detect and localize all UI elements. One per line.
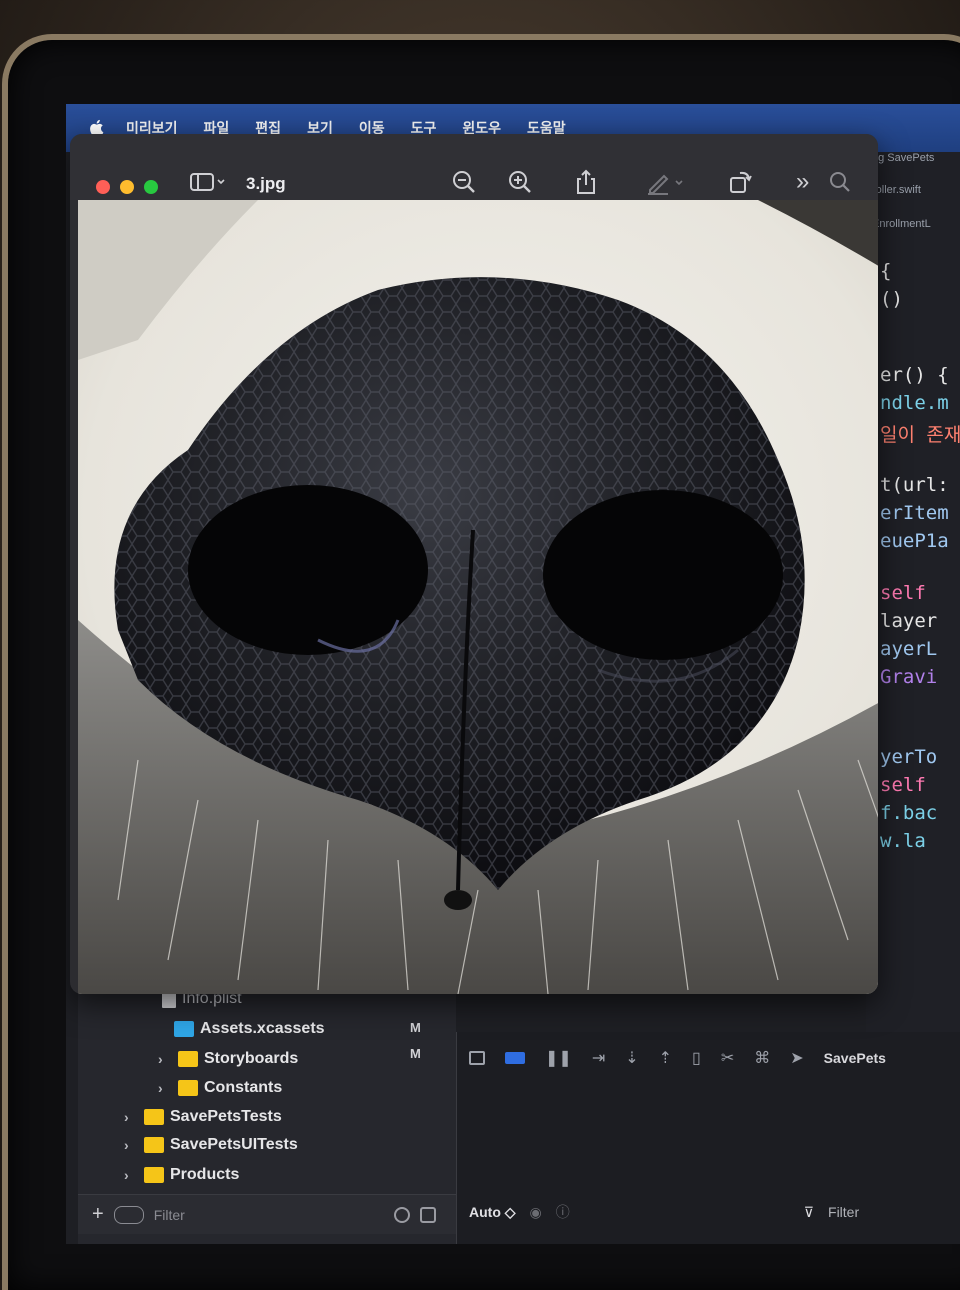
more-icon[interactable]: » bbox=[796, 168, 809, 196]
view-hierarchy-icon[interactable]: ▯ bbox=[692, 1048, 701, 1068]
nav-item-label: SavePetsUITests bbox=[170, 1136, 298, 1153]
code-line[interactable]: yerTo bbox=[880, 746, 937, 768]
auto-variables-select[interactable]: Auto ◇ bbox=[469, 1204, 516, 1221]
modified-badge: M bbox=[410, 1046, 421, 1061]
preview-titlebar[interactable]: 3.jpg » bbox=[70, 134, 878, 200]
zoom-out-icon[interactable] bbox=[450, 168, 478, 196]
nav-item-savepetsuitests[interactable]: › SavePetsUITests bbox=[124, 1136, 298, 1154]
nav-item-label: SavePetsTests bbox=[170, 1108, 282, 1125]
step-into-icon[interactable]: ⇣ bbox=[625, 1048, 638, 1068]
nav-item-storyboards[interactable]: › Storyboards bbox=[158, 1050, 298, 1068]
environment-icon[interactable]: ⌘ bbox=[754, 1048, 770, 1068]
breakpoints-icon[interactable] bbox=[505, 1052, 525, 1064]
dog-nose-photo bbox=[78, 200, 878, 994]
search-icon[interactable] bbox=[826, 168, 854, 196]
filter-icon[interactable]: ⊽ bbox=[804, 1204, 814, 1221]
nav-item-label: Assets.xcassets bbox=[200, 1020, 325, 1037]
chevron-right-icon[interactable]: › bbox=[124, 1109, 138, 1125]
debug-area: ❚❚ ⇥ ⇣ ⇡ ▯ ✂ ⌘ ➤ SavePets Auto ◇ ◉ ⓘ ⊽ F… bbox=[456, 1032, 960, 1244]
code-line[interactable]: eueP1a bbox=[880, 530, 949, 552]
editor-tab-3[interactable]: EnrollmentL bbox=[872, 218, 931, 230]
folder-icon bbox=[178, 1051, 198, 1067]
rotate-icon[interactable] bbox=[726, 168, 754, 196]
debug-toolbar: ❚❚ ⇥ ⇣ ⇡ ▯ ✂ ⌘ ➤ SavePets bbox=[457, 1040, 960, 1076]
screen: 미리보기 파일 편집 보기 이동 도구 윈도우 도움말 ng SavePets … bbox=[66, 104, 960, 1244]
code-line[interactable]: f.bac bbox=[880, 802, 937, 824]
nav-item-savepetstests[interactable]: › SavePetsTests bbox=[124, 1108, 282, 1126]
nav-item-assets[interactable]: Assets.xcassets bbox=[174, 1020, 325, 1038]
location-icon[interactable]: ➤ bbox=[790, 1048, 803, 1068]
folder-icon bbox=[144, 1137, 164, 1153]
minimize-button[interactable] bbox=[120, 180, 134, 194]
console-filter-input[interactable]: Filter bbox=[828, 1204, 859, 1220]
chevron-right-icon[interactable]: › bbox=[124, 1137, 138, 1153]
editor-tab-2[interactable]: roller.swift bbox=[872, 184, 921, 196]
code-line[interactable]: erItem bbox=[880, 502, 949, 524]
step-out-icon[interactable]: ⇡ bbox=[659, 1048, 672, 1068]
add-icon[interactable]: + bbox=[92, 1203, 104, 1226]
chevron-right-icon[interactable]: › bbox=[124, 1167, 138, 1183]
zoom-button[interactable] bbox=[144, 180, 158, 194]
share-icon[interactable] bbox=[572, 168, 600, 196]
folder-icon bbox=[144, 1167, 164, 1183]
scheme-label[interactable]: SavePets bbox=[824, 1050, 886, 1066]
eye-icon[interactable]: ◉ bbox=[530, 1204, 542, 1221]
nav-item-constants[interactable]: › Constants bbox=[158, 1079, 282, 1097]
navigator-filter-bar: + Filter bbox=[78, 1194, 456, 1234]
nav-item-label: Constants bbox=[204, 1079, 283, 1096]
recent-files-icon[interactable] bbox=[393, 1206, 410, 1223]
close-button[interactable] bbox=[96, 180, 110, 194]
asset-folder-icon bbox=[174, 1021, 194, 1037]
sidebar-toggle-icon[interactable] bbox=[188, 168, 228, 196]
memory-graph-icon[interactable]: ✂ bbox=[721, 1048, 734, 1068]
code-line[interactable]: 일이 존재 bbox=[880, 420, 960, 447]
markup-icon[interactable] bbox=[644, 168, 688, 196]
pause-icon[interactable]: ❚❚ bbox=[545, 1048, 572, 1068]
code-line[interactable]: ayerL bbox=[880, 638, 937, 660]
code-line[interactable]: ndle.m bbox=[880, 392, 949, 414]
filter-icon[interactable] bbox=[113, 1205, 144, 1224]
editor-tab-1[interactable]: ng SavePets bbox=[872, 152, 934, 164]
nav-item-label: Storyboards bbox=[204, 1050, 299, 1067]
chevron-right-icon[interactable]: › bbox=[158, 1080, 172, 1096]
code-line[interactable]: t(url: bbox=[880, 474, 949, 496]
navigator-filter-input[interactable]: Filter bbox=[154, 1207, 384, 1223]
source-control-filter-icon[interactable] bbox=[419, 1206, 436, 1223]
nav-item-label: Products bbox=[170, 1166, 240, 1183]
code-line[interactable]: er() { bbox=[880, 364, 949, 386]
nav-item-products[interactable]: › Products bbox=[124, 1166, 239, 1184]
modified-badge: M bbox=[410, 1020, 421, 1035]
hide-debug-icon[interactable] bbox=[469, 1051, 485, 1065]
code-line[interactable]: self bbox=[880, 774, 926, 796]
code-line[interactable]: layer bbox=[880, 610, 937, 632]
preview-window: 3.jpg » bbox=[70, 134, 878, 994]
code-line[interactable]: { bbox=[880, 260, 891, 282]
step-over-icon[interactable]: ⇥ bbox=[592, 1048, 605, 1068]
chevron-right-icon[interactable]: › bbox=[158, 1051, 172, 1067]
code-editor[interactable]: ng SavePets roller.swift EnrollmentL { ()… bbox=[866, 152, 960, 1032]
folder-icon bbox=[178, 1080, 198, 1096]
info-icon[interactable]: ⓘ bbox=[556, 1202, 570, 1222]
zoom-in-icon[interactable] bbox=[506, 168, 534, 196]
window-title: 3.jpg bbox=[246, 174, 286, 193]
debug-bottom-bar: Auto ◇ ◉ ⓘ ⊽ Filter bbox=[457, 1192, 960, 1232]
code-line[interactable]: () bbox=[880, 288, 903, 310]
code-line[interactable]: Gravi bbox=[880, 666, 937, 688]
code-line[interactable]: self bbox=[880, 582, 926, 604]
folder-icon bbox=[144, 1109, 164, 1125]
code-line[interactable]: w.la bbox=[880, 830, 926, 852]
